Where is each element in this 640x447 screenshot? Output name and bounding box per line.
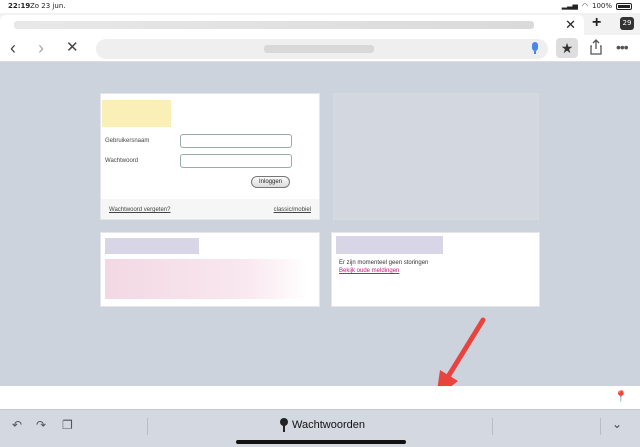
share-icon[interactable]	[590, 39, 602, 55]
passwords-label: Wachtwoorden	[292, 419, 365, 431]
old-notifications-link[interactable]: Bekijk oude meldingen	[339, 268, 399, 274]
paste-icon[interactable]: ❐	[62, 418, 73, 432]
username-input[interactable]	[180, 134, 292, 148]
address-bar[interactable]	[96, 39, 548, 59]
bookmark-star-icon[interactable]: ★	[556, 38, 578, 58]
browser-toolbar: ‹ › ✕ ★ •••	[0, 35, 640, 62]
tab-strip: ✕	[0, 13, 640, 35]
battery-icon	[616, 2, 632, 10]
forward-icon[interactable]: ›	[38, 38, 44, 58]
outage-panel: Er zijn momenteel geen storingen Bekijk …	[331, 232, 540, 307]
chevron-down-icon[interactable]: ⌄	[612, 417, 622, 431]
password-input[interactable]	[180, 154, 292, 168]
status-indicators: ▂▃▅ ◠ 100%	[562, 2, 632, 10]
signal-icon: ▂▃▅	[561, 2, 578, 10]
active-tab[interactable]: ✕	[0, 15, 584, 35]
separator	[600, 418, 601, 435]
microphone-icon[interactable]	[532, 42, 538, 54]
news-heading-redacted	[105, 238, 199, 254]
classic-mobile-link[interactable]: classic/mobiel	[274, 207, 311, 213]
status-date: Zo 23 jun.	[30, 2, 66, 10]
separator	[492, 418, 493, 435]
undo-icon[interactable]: ↶	[12, 418, 22, 432]
status-time: 22:19	[8, 2, 31, 10]
location-pin-icon[interactable]: 📍	[614, 390, 628, 403]
placeholder-panel	[333, 93, 539, 220]
login-panel: Gebruikersnaam Wachtwoord Inloggen Wacht…	[100, 93, 320, 220]
outage-heading-redacted	[336, 236, 443, 254]
news-panel	[100, 232, 320, 307]
login-button[interactable]: Inloggen	[251, 176, 290, 188]
more-menu-icon[interactable]: •••	[616, 39, 629, 55]
annotation-arrow	[436, 317, 486, 398]
stop-icon[interactable]: ✕	[66, 38, 79, 58]
url-redacted	[264, 45, 374, 53]
forgot-password-link[interactable]: Wachtwoord vergeten?	[109, 207, 170, 213]
status-bar: 22:19 Zo 23 jun. ▂▃▅ ◠ 100%	[0, 0, 640, 13]
input-accessory-bar: 📍	[0, 386, 640, 409]
separator	[147, 418, 148, 435]
password-label: Wachtwoord	[105, 158, 139, 164]
key-icon	[280, 418, 288, 432]
username-label: Gebruikersnaam	[105, 138, 150, 144]
tab-count-button[interactable]: 29	[620, 17, 634, 30]
redo-icon[interactable]: ↷	[36, 418, 46, 432]
home-indicator	[236, 440, 406, 444]
battery-percent: 100%	[591, 2, 612, 10]
new-tab-button[interactable]: +	[592, 14, 601, 32]
passwords-button[interactable]: Wachtwoorden	[280, 418, 365, 432]
outage-message: Er zijn momenteel geen storingen	[339, 260, 429, 266]
news-content-redacted	[105, 259, 307, 299]
site-logo-redacted	[102, 100, 171, 127]
login-footer: Wachtwoord vergeten? classic/mobiel	[101, 199, 319, 219]
tab-title-redacted	[14, 21, 534, 29]
wifi-icon: ◠	[581, 2, 588, 10]
back-icon[interactable]: ‹	[10, 38, 16, 58]
close-tab-icon[interactable]: ✕	[565, 17, 576, 33]
